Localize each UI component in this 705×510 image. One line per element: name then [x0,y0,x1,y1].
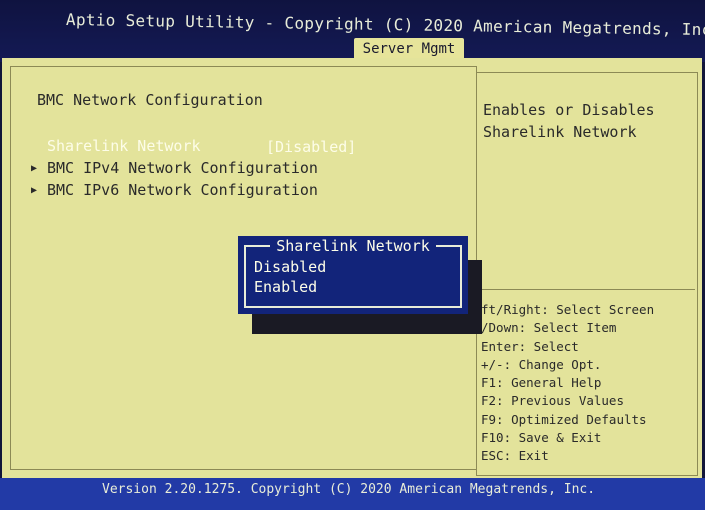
key-hint: F2: Previous Values [481,393,624,409]
menu-item-label: BMC IPv6 Network Configuration [47,181,318,199]
popup-title: Sharelink Network [270,237,436,255]
popup-option-enabled[interactable]: Enabled [254,278,317,296]
key-hint: ESC: Exit [481,448,549,464]
help-divider [479,289,695,290]
option-popup: Sharelink Network Disabled Enabled [238,236,468,314]
key-hint: /Down: Select Item [481,320,617,336]
submenu-arrow-icon: ▶ [31,162,38,174]
tab-server-mgmt[interactable]: Server Mgmt [354,38,464,60]
sharelink-network-value[interactable]: [Disabled] [266,138,356,156]
menu-item-bmc-ipv4[interactable]: ▶ BMC IPv4 Network Configuration [31,159,318,177]
key-hint: F9: Optimized Defaults [481,411,647,427]
key-hint: ft/Right: Select Screen [481,302,655,317]
key-hint: +/-: Change Opt. [481,356,602,372]
submenu-arrow-icon: ▶ [31,184,38,196]
help-description-line: Enables or Disables [483,101,655,119]
app-title: Aptio Setup Utility - Copyright (C) 2020… [65,10,705,40]
menu-item-bmc-ipv6[interactable]: ▶ BMC IPv6 Network Configuration [31,181,318,199]
version-text: Version 2.20.1275. Copyright (C) 2020 Am… [102,482,596,497]
menu-item-label: BMC IPv4 Network Configuration [47,159,318,177]
key-legend: ft/Right: Select Screen /Down: Select It… [477,301,695,466]
key-hint: F1: General Help [481,375,602,391]
help-pane: Enables or Disables Sharelink Network ft… [476,72,698,476]
header-bar: Aptio Setup Utility - Copyright (C) 2020… [0,0,705,62]
section-title: BMC Network Configuration [37,91,263,109]
help-description-line: Sharelink Network [483,123,637,141]
key-hint: F10: Save & Exit [481,430,602,446]
help-description: Enables or Disables Sharelink Network [483,99,693,143]
key-hint: Enter: Select [481,338,579,354]
popup-option-disabled[interactable]: Disabled [254,258,326,276]
menu-item-label: Sharelink Network [47,137,201,155]
menu-item-sharelink-network[interactable]: Sharelink Network [31,137,201,155]
footer-bar: Version 2.20.1275. Copyright (C) 2020 Am… [0,478,705,510]
